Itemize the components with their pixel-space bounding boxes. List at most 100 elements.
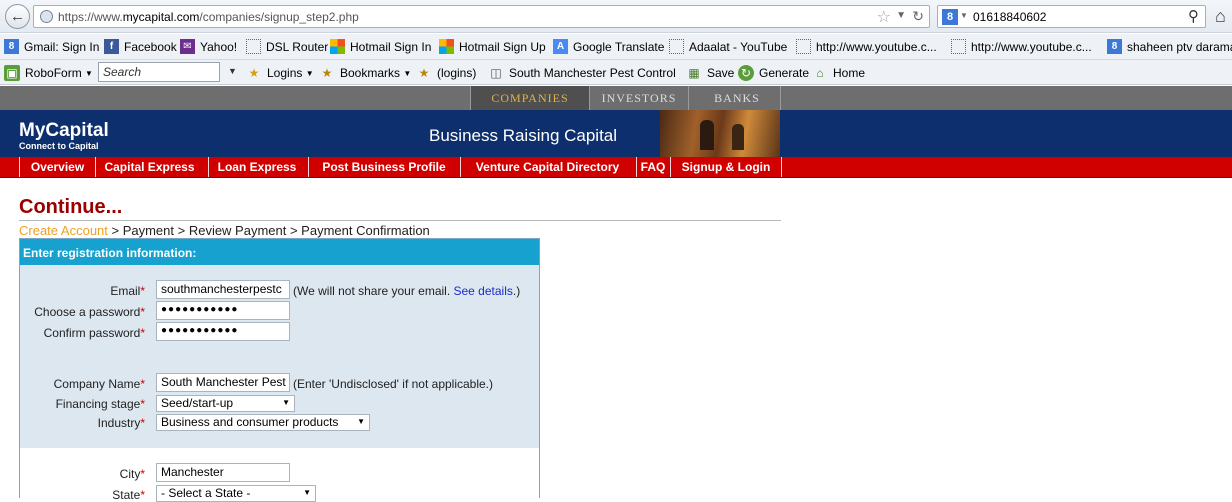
site-login-button[interactable]: ◫ South Manchester Pest Control — [488, 65, 675, 81]
nav-faq[interactable]: FAQ — [637, 157, 669, 177]
bookmark-yahoo[interactable]: ✉ Yahoo! — [180, 39, 237, 54]
address-field[interactable]: https://www.mycapital.com/companies/sign… — [33, 5, 930, 28]
back-arrow-icon[interactable]: ← — [5, 4, 30, 29]
site-banner: MyCapital Connect to Capital Business Ra… — [0, 110, 1232, 157]
progress-breadcrumb: Create Account > Payment > Review Paymen… — [19, 223, 430, 238]
star-icon: ★ — [418, 66, 430, 80]
id-card-icon: ◫ — [490, 66, 502, 80]
star-icon: ★ — [248, 66, 260, 80]
see-details-link[interactable]: See details — [454, 284, 513, 298]
save-button[interactable]: ▦ Save — [686, 65, 734, 81]
blank-page-icon — [796, 39, 811, 54]
roboform-toolbar: ▣ RoboForm ▼ Search ▼ ★ Logins ▼ ★ Bookmark… — [0, 60, 1232, 85]
search-query: 01618840602 — [973, 10, 1047, 24]
confirm-password-field[interactable]: ●●●●●●●●●●● — [156, 322, 290, 341]
state-label: State* — [112, 488, 145, 502]
registration-form: Enter registration information: Email* s… — [19, 238, 540, 502]
nav-loan-express[interactable]: Loan Express — [209, 157, 305, 177]
globe-icon — [40, 10, 53, 23]
company-name-field[interactable]: South Manchester Pest — [156, 373, 290, 392]
nav-venture-capital-directory[interactable]: Venture Capital Directory — [461, 157, 634, 177]
home-button[interactable]: ⌂ Home — [812, 65, 865, 81]
home-icon[interactable]: ⌂ — [1215, 6, 1226, 27]
search-icon[interactable]: ⚲ — [1188, 7, 1199, 25]
financing-stage-select[interactable]: Seed/start-up ▼ — [156, 395, 295, 412]
bookmark-star-icon[interactable]: ☆ — [877, 7, 891, 27]
bookmark-youtube-2[interactable]: http://www.youtube.c... — [951, 39, 1092, 54]
reload-icon[interactable]: ↻ — [912, 8, 924, 25]
bookmarks-menu[interactable]: ★ Bookmarks ▼ — [319, 65, 412, 81]
banner-photo — [660, 110, 780, 157]
windows-icon — [439, 39, 454, 54]
password-field[interactable]: ●●●●●●●●●●● — [156, 301, 290, 320]
company-name-label: Company Name* — [53, 377, 145, 391]
page-title: Continue... — [19, 196, 123, 218]
industry-select[interactable]: Business and consumer products ▼ — [156, 414, 370, 431]
bookmark-shaheen[interactable]: 8 shaheen ptv darama — [1107, 39, 1232, 54]
facebook-icon: f — [104, 39, 119, 54]
logo-tagline: Connect to Capital — [19, 141, 99, 151]
bookmark-gmail[interactable]: 8 Gmail: Sign In — [4, 39, 99, 54]
confirm-password-label: Confirm password* — [43, 326, 145, 340]
chevron-down-icon: ▼ — [303, 488, 311, 497]
browser-url-bar: ← https://www.mycapital.com/companies/si… — [0, 0, 1232, 33]
tab-investors[interactable]: INVESTORS — [590, 86, 688, 110]
generate-button[interactable]: ↻ Generate — [738, 65, 809, 81]
company-section: Company Name* South Manchester Pest (Ent… — [20, 358, 539, 448]
nav-divider — [781, 157, 782, 177]
step-remaining: > Payment > Review Payment > Payment Con… — [107, 223, 430, 238]
bookmark-adaalat[interactable]: Adaalat - YouTube — [669, 39, 787, 54]
step-current: Create Account — [19, 223, 108, 238]
nav-post-business-profile[interactable]: Post Business Profile — [309, 157, 459, 177]
yahoo-icon: ✉ — [180, 39, 195, 54]
windows-icon — [330, 39, 345, 54]
email-label: Email* — [110, 284, 145, 298]
nav-capital-express[interactable]: Capital Express — [96, 157, 203, 177]
nav-signup-login[interactable]: Signup & Login — [671, 157, 781, 177]
logins-paren-button[interactable]: ★ (logins) — [416, 65, 477, 81]
home-icon: ⌂ — [816, 66, 824, 80]
form-header: Enter registration information: — [20, 239, 539, 265]
logins-menu[interactable]: ★ Logins ▼ — [246, 65, 314, 81]
url-text: https://www.mycapital.com/companies/sign… — [58, 10, 359, 24]
nav-overview[interactable]: Overview — [20, 157, 95, 177]
bookmark-hotmail-signin[interactable]: Hotmail Sign In — [330, 39, 431, 54]
logo-title: MyCapital — [19, 120, 109, 141]
tab-companies[interactable]: COMPANIES — [471, 86, 589, 110]
tab-banks[interactable]: BANKS — [689, 86, 785, 110]
bookmark-dsl-router[interactable]: DSL Router — [246, 39, 328, 54]
state-select[interactable]: - Select a State - ▼ — [156, 485, 316, 502]
bookmark-hotmail-signup[interactable]: Hotmail Sign Up — [439, 39, 546, 54]
bookmark-facebook[interactable]: f Facebook — [104, 39, 177, 54]
roboform-search-input[interactable]: Search — [98, 62, 220, 82]
banner-title: Business Raising Capital — [429, 126, 618, 145]
roboform-icon: ▣ — [4, 65, 20, 81]
city-field[interactable]: Manchester — [156, 463, 290, 482]
search-field[interactable]: 8 ▼ 01618840602 ⚲ — [937, 5, 1206, 28]
city-label: City* — [119, 467, 145, 481]
blank-page-icon — [246, 39, 261, 54]
blank-page-icon — [669, 39, 684, 54]
heading-divider — [19, 220, 781, 221]
google-icon[interactable]: 8 — [942, 9, 958, 25]
tab-divider — [780, 86, 781, 110]
blank-page-icon — [951, 39, 966, 54]
chevron-down-icon: ▼ — [282, 398, 290, 407]
bookmark-google-translate[interactable]: A Google Translate — [553, 39, 664, 54]
site-logo[interactable]: MyCapital Connect to Capital — [19, 121, 109, 152]
industry-label: Industry* — [97, 416, 145, 430]
engine-dropdown-icon[interactable]: ▼ — [960, 11, 968, 20]
translate-icon: A — [553, 39, 568, 54]
save-icon: ▦ — [688, 66, 700, 80]
account-section: Email* southmanchesterpestc (We will not… — [20, 265, 539, 358]
roboform-menu[interactable]: ▣ RoboForm ▼ — [4, 65, 93, 81]
search-dropdown-icon[interactable]: ▼ — [228, 66, 237, 76]
bookmark-youtube-1[interactable]: http://www.youtube.c... — [796, 39, 937, 54]
bookmarks-toolbar: 8 Gmail: Sign In f Facebook ✉ Yahoo! DSL Ro… — [0, 34, 1232, 60]
chevron-down-icon: ▼ — [357, 417, 365, 426]
financing-stage-label: Financing stage* — [55, 397, 145, 411]
google-icon: 8 — [4, 39, 19, 54]
star-icon: ★ — [321, 66, 333, 80]
history-dropdown-icon[interactable]: ▼ — [896, 10, 906, 21]
email-field[interactable]: southmanchesterpestc — [156, 280, 290, 299]
